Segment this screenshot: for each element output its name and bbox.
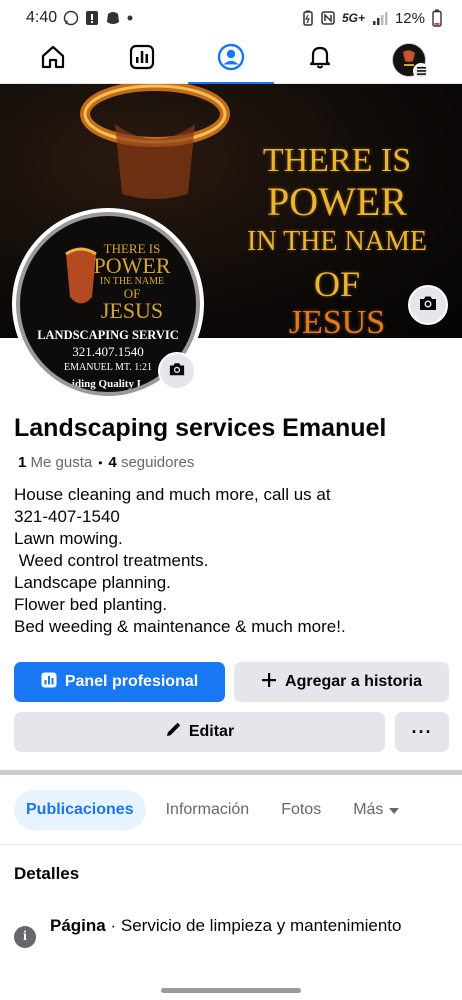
camera-icon (168, 361, 186, 382)
status-right: 5G+ 12% (302, 9, 442, 27)
nav-dashboard[interactable] (99, 36, 185, 84)
bell-icon (307, 44, 333, 75)
detail-category-text: Página · Servicio de limpieza y mantenim… (50, 914, 401, 937)
cover-line-2: POWER (267, 179, 407, 224)
more-options-button[interactable]: ··· (395, 712, 449, 752)
home-indicator[interactable] (161, 988, 301, 993)
battery-percent: 12% (394, 9, 425, 27)
tab-about[interactable]: Información (154, 790, 262, 830)
status-time: 4:40 (26, 9, 58, 26)
add-to-story-button[interactable]: Agregar a historia (234, 662, 449, 702)
professional-dashboard-button[interactable]: Panel profesional (14, 662, 225, 702)
info-icon: i (14, 926, 36, 948)
add-to-story-label: Agregar a historia (285, 673, 422, 690)
tab-more-label: Más (353, 801, 384, 818)
detail-category-row: i Página · Servicio de limpieza y manten… (14, 914, 444, 948)
followers-label: seguidores (120, 454, 195, 471)
top-nav-bar (0, 36, 462, 85)
page-bio: House cleaning and much more, call us at… (14, 485, 346, 636)
pp-line-2: POWER (93, 253, 171, 278)
profile-icon (217, 43, 245, 76)
section-divider (0, 770, 462, 775)
detail-category-value: Servicio de limpieza y mantenimiento (120, 916, 402, 935)
edit-button[interactable]: Editar (14, 712, 385, 752)
battery-icon (432, 9, 442, 27)
detail-category-separator: · (105, 916, 121, 935)
caret-down-icon (389, 801, 400, 819)
followers-stat[interactable]: 4 seguidores (108, 454, 194, 471)
camera-icon (418, 294, 438, 317)
likes-stat[interactable]: 1 Me gusta (18, 454, 92, 471)
whatsapp-icon (63, 10, 79, 26)
followers-count: 4 (108, 454, 117, 471)
signal-icon (372, 11, 388, 25)
more-dots-icon: ··· (411, 721, 433, 742)
pp-line-5: JESUS (100, 298, 164, 323)
stats-separator: • (98, 455, 103, 470)
home-icon (40, 44, 66, 75)
page-stats: 1 Me gusta • 4 seguidores (18, 454, 194, 471)
tab-more[interactable]: Más (341, 790, 411, 830)
pencil-icon (165, 722, 181, 743)
edit-label: Editar (188, 723, 235, 740)
app-notification-icon (105, 10, 121, 26)
nav-profile[interactable] (187, 36, 274, 85)
profile-tabs: Publicaciones Información Fotos Más (14, 790, 419, 830)
dot-icon (127, 15, 133, 21)
plus-icon (261, 672, 277, 693)
menu-icon (413, 62, 430, 79)
likes-count: 1 (18, 454, 27, 471)
tab-posts[interactable]: Publicaciones (14, 790, 146, 830)
status-bar: 4:40 5G+ 12% (0, 0, 462, 36)
battery-saver-icon (302, 10, 314, 26)
cover-line-1: THERE IS (262, 142, 412, 179)
tab-photos[interactable]: Fotos (269, 790, 333, 830)
cover-line-3: IN THE NAME (247, 226, 427, 257)
professional-dashboard-label: Panel profesional (64, 673, 199, 690)
nav-home[interactable] (10, 36, 96, 84)
page-title: Landscaping services Emanuel (14, 414, 387, 442)
network-type: 5G+ (341, 11, 365, 25)
alert-icon (85, 10, 99, 26)
nav-menu[interactable] (366, 36, 452, 84)
edit-profile-picture-button[interactable] (158, 352, 196, 390)
pp-line-6: LANDSCAPING SERVIC (37, 328, 179, 342)
likes-label: Me gusta (30, 454, 93, 471)
profile-pic-text: THERE IS POWER IN THE NAME OF JESUS (72, 242, 192, 322)
details-heading: Detalles (14, 864, 80, 883)
dashboard-icon (129, 44, 155, 75)
dashboard-icon (41, 672, 57, 693)
nav-notifications[interactable] (277, 36, 363, 84)
edit-cover-button[interactable] (408, 285, 448, 325)
tabs-divider (0, 844, 462, 845)
nfc-icon (321, 11, 335, 25)
detail-category-label: Página (50, 916, 106, 935)
avatar (392, 42, 430, 79)
status-left: 4:40 (26, 9, 133, 27)
